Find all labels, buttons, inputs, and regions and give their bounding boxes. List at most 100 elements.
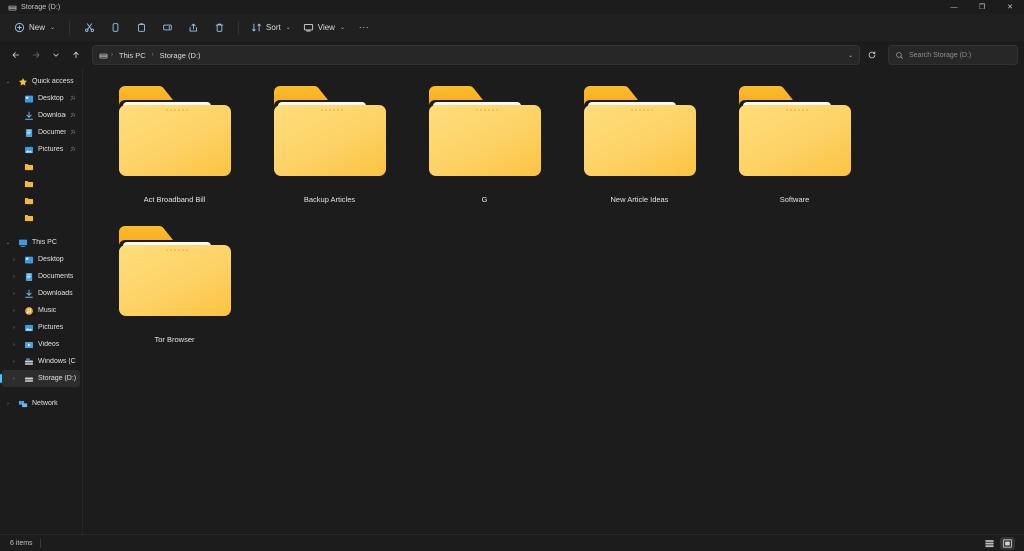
- large-icons-view-button[interactable]: [1000, 536, 1015, 550]
- sidebar-item-unnamed-folder-4[interactable]: [2, 209, 80, 226]
- toolbar-separator: [69, 20, 71, 35]
- sidebar-item-label: Desktop: [38, 95, 64, 102]
- close-button[interactable]: ✕: [996, 0, 1024, 14]
- folder-icon: [115, 82, 235, 187]
- folder-icon: [270, 82, 390, 187]
- chevron-right-icon[interactable]: ›: [2, 398, 14, 410]
- window-title: Storage (D:): [21, 3, 61, 11]
- share-button[interactable]: [180, 17, 206, 39]
- file-list[interactable]: Act Broadband Bill Backup Articles G New…: [83, 68, 1024, 534]
- sidebar-item-downloads[interactable]: Downloads: [2, 107, 80, 124]
- sort-icon: [251, 22, 262, 33]
- scissors-icon: [84, 22, 95, 33]
- rename-icon: [162, 22, 173, 33]
- item-count-label: 6 items: [10, 539, 33, 547]
- up-button[interactable]: [66, 45, 86, 65]
- details-view-button[interactable]: [982, 537, 997, 550]
- sidebar-item-windows-c[interactable]: › Windows (C:): [2, 353, 80, 370]
- folder-icon: [23, 161, 35, 173]
- search-input[interactable]: Search Storage (D:): [909, 52, 971, 59]
- chevron-right-icon[interactable]: ›: [8, 288, 20, 300]
- cut-button[interactable]: [76, 17, 102, 39]
- chevron-right-icon[interactable]: ›: [8, 305, 20, 317]
- sidebar-item-storage-d[interactable]: › Storage (D:): [0, 370, 80, 387]
- back-button[interactable]: [6, 45, 26, 65]
- pin-icon[interactable]: [69, 95, 76, 102]
- maximize-button[interactable]: ❐: [968, 0, 996, 14]
- drive-c-icon: [23, 356, 35, 368]
- chevron-right-icon[interactable]: ›: [8, 322, 20, 334]
- folder-icon: [23, 178, 35, 190]
- minimize-button[interactable]: —: [940, 0, 968, 14]
- more-options-button[interactable]: ···: [351, 17, 377, 39]
- sidebar-item-unnamed-folder-2[interactable]: [2, 175, 80, 192]
- status-bar: 6 items: [0, 534, 1024, 551]
- search-icon: [895, 51, 904, 60]
- sidebar-item-documents[interactable]: Documents: [2, 124, 80, 141]
- refresh-button[interactable]: [862, 45, 882, 65]
- file-name: G: [481, 195, 488, 204]
- sidebar-item-this-pc-downloads[interactable]: › Downloads: [2, 285, 80, 302]
- sidebar-item-pictures[interactable]: Pictures: [2, 141, 80, 158]
- folder-icon: [735, 82, 855, 187]
- status-separator: [39, 538, 41, 548]
- sidebar-item-label: Videos: [38, 341, 60, 348]
- sidebar-item-this-pc-videos[interactable]: › Videos: [2, 336, 80, 353]
- chevron-down-icon[interactable]: ⌄: [2, 76, 14, 88]
- pin-icon[interactable]: [69, 112, 76, 119]
- file-item[interactable]: Software: [717, 82, 872, 222]
- sidebar-item-unnamed-folder-3[interactable]: [2, 192, 80, 209]
- file-item[interactable]: New Article Ideas: [562, 82, 717, 222]
- view-icon: [303, 22, 314, 33]
- file-item[interactable]: Tor Browser: [97, 222, 252, 362]
- sidebar-item-this-pc-documents[interactable]: › Documents: [2, 268, 80, 285]
- sidebar-item-this-pc-pictures[interactable]: › Pictures: [2, 319, 80, 336]
- chevron-right-icon[interactable]: ›: [8, 339, 20, 351]
- chevron-down-icon[interactable]: ⌄: [2, 237, 14, 249]
- view-button[interactable]: View ⌄: [297, 17, 351, 39]
- sidebar-item-unnamed-folder-1[interactable]: [2, 158, 80, 175]
- breadcrumb-chevron-down-icon[interactable]: ⌄: [848, 52, 853, 59]
- videos-icon: [23, 339, 35, 351]
- chevron-right-icon[interactable]: ›: [8, 271, 20, 283]
- sidebar-section-quick-access[interactable]: ⌄ Quick access: [2, 73, 80, 90]
- file-item[interactable]: Act Broadband Bill: [97, 82, 252, 222]
- downloads-icon: [23, 288, 35, 300]
- copy-button[interactable]: [102, 17, 128, 39]
- breadcrumb-separator: ›: [111, 52, 113, 58]
- navigation-pane[interactable]: ⌄ Quick access Desktop Downloads: [0, 68, 83, 534]
- sidebar-item-this-pc-music[interactable]: › Music: [2, 302, 80, 319]
- chevron-right-icon[interactable]: ›: [8, 254, 20, 266]
- rename-button[interactable]: [154, 17, 180, 39]
- sidebar-gap-2: [0, 387, 82, 395]
- toolbar-separator-2: [238, 20, 240, 35]
- forward-button[interactable]: [26, 45, 46, 65]
- chevron-right-icon[interactable]: ›: [8, 356, 20, 368]
- trash-icon: [214, 22, 225, 33]
- new-button[interactable]: New ⌄: [8, 17, 63, 39]
- breadcrumb[interactable]: › This PC › Storage (D:) ⌄: [92, 45, 860, 65]
- share-icon: [188, 22, 199, 33]
- new-button-label: New: [29, 23, 46, 32]
- file-name: Software: [779, 195, 810, 204]
- sidebar-item-this-pc-desktop[interactable]: › Desktop: [2, 251, 80, 268]
- file-name: Backup Articles: [303, 195, 356, 204]
- sidebar-item-label: Downloads: [38, 112, 66, 119]
- file-item[interactable]: G: [407, 82, 562, 222]
- chevron-right-icon[interactable]: ›: [8, 373, 20, 385]
- desktop-icon: [23, 93, 35, 105]
- breadcrumb-item-this-pc[interactable]: This PC: [116, 50, 149, 61]
- sidebar-section-network[interactable]: › Network: [2, 395, 80, 412]
- recent-locations-button[interactable]: [46, 45, 66, 65]
- file-item[interactable]: Backup Articles: [252, 82, 407, 222]
- sort-button[interactable]: Sort ⌄: [245, 17, 297, 39]
- breadcrumb-item-storage-d[interactable]: Storage (D:): [157, 50, 204, 61]
- delete-button[interactable]: [206, 17, 232, 39]
- title-bar: Storage (D:) — ❐ ✕: [0, 0, 1024, 14]
- sidebar-item-desktop[interactable]: Desktop: [2, 90, 80, 107]
- sidebar-section-this-pc[interactable]: ⌄ This PC: [2, 234, 80, 251]
- paste-button[interactable]: [128, 17, 154, 39]
- pin-icon[interactable]: [69, 146, 76, 153]
- pin-icon[interactable]: [69, 129, 76, 136]
- search-box[interactable]: Search Storage (D:): [888, 45, 1018, 65]
